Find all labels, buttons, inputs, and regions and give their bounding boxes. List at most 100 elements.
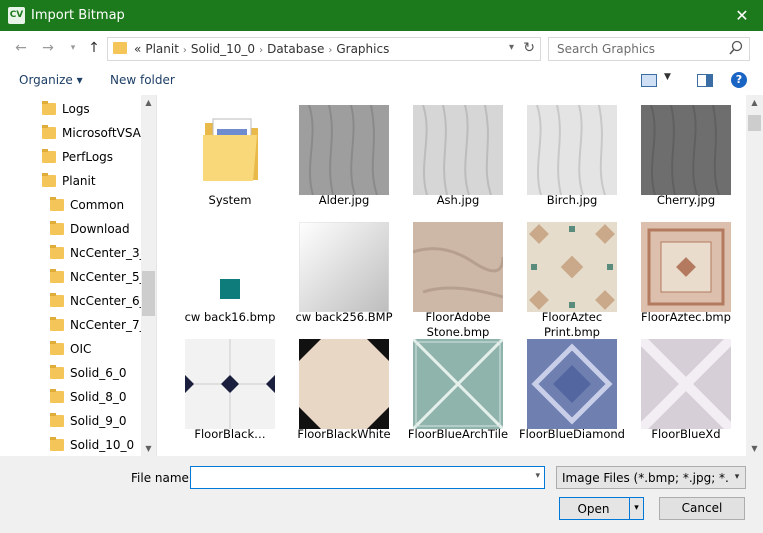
file-type-value: Image Files (*.bmp; *.jpg; *.png (562, 471, 746, 485)
file-item[interactable]: FloorBlack… (175, 329, 285, 447)
breadcrumb-item[interactable]: Solid_10_0 (191, 42, 255, 56)
file-type-select[interactable]: Image Files (*.bmp; *.jpg; *.png ▾ (556, 466, 746, 489)
nav-folder-label: Solid_9_0 (70, 414, 127, 428)
folder-icon (50, 389, 64, 403)
folder-icon (50, 437, 64, 451)
file-item[interactable]: FloorBlueArchTile (403, 329, 513, 447)
close-icon[interactable]: ✕ (721, 0, 763, 31)
scroll-thumb[interactable] (142, 271, 155, 316)
folder-icon (42, 125, 56, 139)
forward-arrow-icon[interactable]: → (38, 38, 58, 58)
open-button-label: Open (577, 502, 610, 516)
new-folder-button[interactable]: New folder (110, 73, 175, 87)
folder-icon (50, 197, 64, 211)
file-name-label: File name: (131, 471, 193, 485)
refresh-icon[interactable]: ↻ (523, 40, 535, 56)
search-box[interactable]: Search Graphics (548, 37, 750, 61)
file-name-caption: Ash.jpg (436, 193, 480, 207)
nav-folder-label: MicrosoftVSA (62, 126, 141, 140)
breadcrumb-separator-icon[interactable]: › (259, 45, 263, 56)
folder-thumbnail-icon (185, 105, 275, 195)
file-item[interactable]: FloorAztec Print.bmp (517, 212, 627, 339)
folder-icon (42, 101, 56, 115)
file-item[interactable]: FloorBlueXd (631, 329, 741, 447)
image-thumbnail (527, 104, 617, 196)
image-thumbnail (413, 104, 503, 196)
file-name-input[interactable] (194, 467, 518, 488)
back-arrow-icon[interactable]: ← (11, 38, 31, 58)
nav-folder-label: Solid_8_0 (70, 390, 127, 404)
file-item[interactable]: Alder.jpg (289, 95, 399, 213)
scroll-down-icon[interactable]: ▼ (746, 444, 763, 453)
file-name-caption: cw back16.bmp (184, 310, 276, 324)
navigation-bar: ← → ▾ ↑ « Planit › Solid_10_0 › Database › Grap… (0, 31, 763, 65)
cancel-button[interactable]: Cancel (659, 497, 745, 520)
preview-pane-icon[interactable] (697, 74, 713, 87)
overflow-crumb[interactable]: « (134, 42, 141, 56)
file-name-caption: FloorBlackWhite (297, 427, 391, 441)
breadcrumb-item[interactable]: Graphics (336, 42, 389, 56)
folder-icon (50, 365, 64, 379)
scroll-up-icon[interactable]: ▲ (746, 98, 763, 107)
file-item[interactable]: FloorAztec.bmp (631, 212, 741, 330)
file-item[interactable]: Cherry.jpg (631, 95, 741, 213)
breadcrumb-separator-icon[interactable]: › (183, 45, 187, 56)
folder-icon (42, 149, 56, 163)
file-item[interactable]: cw back256.BMP (289, 212, 399, 330)
file-name-caption: Birch.jpg (546, 193, 598, 207)
file-view: System Alder.jpg Ash.jpg Birch.jpg Cherry.jp… (157, 95, 746, 456)
file-type-chevron-icon[interactable]: ▾ (729, 467, 745, 488)
file-item[interactable]: FloorBlueDiamond (517, 329, 627, 447)
scroll-thumb[interactable] (748, 115, 761, 131)
file-item[interactable]: Ash.jpg (403, 95, 513, 213)
file-item[interactable]: Birch.jpg (517, 95, 627, 213)
file-name-caption: System (208, 193, 252, 207)
nav-folder-label: Solid_10_0 (70, 438, 135, 452)
folder-icon (113, 42, 127, 54)
nav-folder-label: Planit (62, 174, 96, 188)
up-arrow-icon[interactable]: ↑ (84, 38, 104, 58)
nav-folder-label: Download (70, 222, 130, 236)
image-thumbnail (641, 104, 731, 196)
breadcrumb-item[interactable]: Planit (145, 42, 179, 56)
image-thumbnail (412, 222, 505, 312)
recent-locations-chevron-icon[interactable]: ▾ (63, 38, 83, 58)
file-name-caption: Cherry.jpg (656, 193, 716, 207)
file-name-dropdown-icon[interactable]: ▾ (535, 471, 540, 481)
file-item[interactable]: FloorAdobe Stone.bmp (403, 212, 513, 339)
folder-icon (50, 293, 64, 307)
open-button[interactable]: Open ▾ (559, 497, 644, 520)
search-placeholder: Search Graphics (557, 42, 656, 56)
image-thumbnail (299, 104, 389, 196)
navigation-scrollbar[interactable]: ▲ ▼ (141, 95, 156, 456)
file-view-scrollbar[interactable]: ▲ ▼ (746, 95, 763, 456)
scroll-down-icon[interactable]: ▼ (141, 444, 156, 453)
organize-button[interactable]: Organize ▾ (19, 73, 83, 87)
address-dropdown-icon[interactable]: ▾ (509, 42, 514, 53)
breadcrumb-separator-icon[interactable]: › (328, 45, 332, 56)
image-thumbnail (411, 337, 505, 431)
change-view-icon[interactable] (641, 74, 657, 87)
folder-icon (50, 413, 64, 427)
image-thumbnail (637, 335, 735, 433)
file-item[interactable]: FloorBlackWhite (289, 329, 399, 447)
file-name-caption: FloorBlueDiamond (519, 427, 625, 441)
image-thumbnail (298, 221, 390, 313)
scroll-up-icon[interactable]: ▲ (141, 98, 156, 107)
nav-folder-label: Common (70, 198, 125, 212)
command-bar: Organize ▾ New folder ▼ ? (0, 65, 763, 96)
folder-item[interactable]: System (175, 95, 285, 213)
file-name-caption: FloorBlueXd (651, 427, 721, 441)
image-thumbnail (527, 339, 617, 429)
file-name-caption: FloorBlack… (194, 427, 266, 441)
file-item[interactable]: cw back16.bmp (175, 212, 285, 330)
open-split-chevron-icon[interactable]: ▾ (629, 498, 643, 519)
help-icon[interactable]: ? (731, 72, 747, 88)
breadcrumb-item[interactable]: Database (267, 42, 324, 56)
address-bar[interactable]: « Planit › Solid_10_0 › Database › Graphics ▾ ↻ (107, 37, 541, 61)
app-icon: CV (8, 7, 25, 24)
search-icon[interactable] (729, 40, 743, 56)
view-options-chevron-icon[interactable]: ▼ (664, 72, 671, 82)
file-name-field[interactable]: ▾ (190, 466, 545, 489)
title-bar: CV Import Bitmap ✕ (0, 0, 763, 31)
